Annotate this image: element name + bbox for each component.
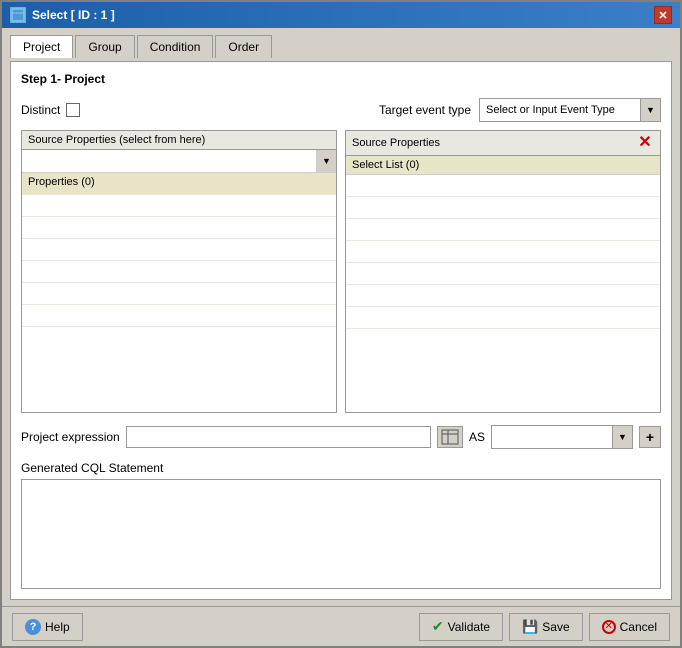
- title-bar: Select [ ID : 1 ] ✕: [2, 2, 680, 28]
- save-icon: 💾: [522, 619, 538, 635]
- distinct-target-row: Distinct Target event type Select or Inp…: [21, 98, 661, 122]
- properties-row: Source Properties (select from here) ▼ P…: [21, 130, 661, 413]
- target-event-row: Target event type Select or Input Event …: [379, 98, 661, 122]
- tab-order[interactable]: Order: [215, 35, 272, 58]
- window-body: Project Group Condition Order Step 1- Pr…: [2, 28, 680, 606]
- source-props-left-header: Source Properties (select from here): [22, 131, 336, 150]
- props-empty-row-2: [22, 217, 336, 239]
- as-dropdown-btn[interactable]: ▼: [612, 426, 632, 448]
- project-expression-label: Project expression: [21, 430, 120, 444]
- project-expression-input[interactable]: [126, 426, 431, 448]
- footer: ? Help ✔ Validate 💾 Save ✕ Cancel: [2, 606, 680, 646]
- source-props-list: Properties (0): [22, 173, 336, 412]
- tabs-bar: Project Group Condition Order: [10, 34, 672, 57]
- target-event-select[interactable]: Select or Input Event Type ▼: [479, 98, 661, 122]
- title-bar-left: Select [ ID : 1 ]: [10, 7, 115, 23]
- step-title: Step 1- Project: [21, 72, 661, 86]
- props-empty-row-6: [22, 305, 336, 327]
- select-empty-row-6: [346, 285, 660, 307]
- footer-right: ✔ Validate 💾 Save ✕ Cancel: [419, 613, 670, 641]
- window-icon: [10, 7, 26, 23]
- main-window: Select [ ID : 1 ] ✕ Project Group Condit…: [0, 0, 682, 648]
- project-expression-row: Project expression AS ▼ +: [21, 421, 661, 453]
- select-empty-row-7: [346, 307, 660, 329]
- delete-icon: ✕: [638, 135, 651, 151]
- close-button[interactable]: ✕: [654, 6, 672, 24]
- distinct-label: Distinct: [21, 103, 60, 117]
- select-empty-row-1: [346, 175, 660, 197]
- cancel-button[interactable]: ✕ Cancel: [589, 613, 670, 641]
- props-empty-row-3: [22, 239, 336, 261]
- select-list-item-0[interactable]: Select List (0): [346, 156, 660, 175]
- tab-condition[interactable]: Condition: [137, 35, 214, 58]
- props-empty-row-4: [22, 261, 336, 283]
- as-input[interactable]: [492, 426, 612, 448]
- main-panel: Step 1- Project Distinct Target event ty…: [10, 61, 672, 600]
- source-props-dropdown-text: [22, 158, 316, 164]
- validate-icon: ✔: [432, 618, 444, 635]
- table-icon: [441, 429, 459, 445]
- as-input-row: ▼: [491, 425, 633, 449]
- cql-textarea[interactable]: [21, 479, 661, 589]
- select-empty-row-5: [346, 263, 660, 285]
- props-empty-row-5: [22, 283, 336, 305]
- select-empty-row-4: [346, 241, 660, 263]
- source-props-dropdown[interactable]: ▼: [22, 150, 336, 173]
- window-title: Select [ ID : 1 ]: [32, 8, 115, 22]
- props-empty-row-1: [22, 195, 336, 217]
- help-icon: ?: [25, 619, 41, 635]
- as-label: AS: [469, 430, 485, 444]
- save-button[interactable]: 💾 Save: [509, 613, 583, 641]
- validate-button[interactable]: ✔ Validate: [419, 613, 503, 641]
- cancel-icon: ✕: [602, 620, 616, 634]
- help-button[interactable]: ? Help: [12, 613, 83, 641]
- select-empty-row-3: [346, 219, 660, 241]
- tab-group[interactable]: Group: [75, 35, 134, 58]
- footer-left: ? Help: [12, 613, 83, 641]
- right-header-row: Source Properties ✕: [352, 134, 654, 152]
- source-props-dropdown-btn[interactable]: ▼: [316, 150, 336, 172]
- delete-button[interactable]: ✕: [636, 134, 654, 152]
- distinct-row: Distinct: [21, 103, 80, 117]
- source-props-left-panel: Source Properties (select from here) ▼ P…: [21, 130, 337, 413]
- cql-label: Generated CQL Statement: [21, 461, 661, 475]
- select-list: Select List (0): [346, 156, 660, 412]
- cql-section: Generated CQL Statement: [21, 461, 661, 589]
- expression-builder-btn[interactable]: [437, 426, 463, 448]
- target-event-dropdown-btn[interactable]: ▼: [640, 99, 660, 121]
- source-props-right-header: Source Properties ✕: [346, 131, 660, 156]
- target-event-label: Target event type: [379, 103, 471, 117]
- add-expression-btn[interactable]: +: [639, 426, 661, 448]
- select-empty-row-2: [346, 197, 660, 219]
- tab-project[interactable]: Project: [10, 35, 73, 58]
- target-event-value: Select or Input Event Type: [480, 102, 640, 118]
- properties-item-0[interactable]: Properties (0): [22, 173, 336, 195]
- distinct-checkbox[interactable]: [66, 103, 80, 117]
- source-props-right-panel: Source Properties ✕ Select List (0): [345, 130, 661, 413]
